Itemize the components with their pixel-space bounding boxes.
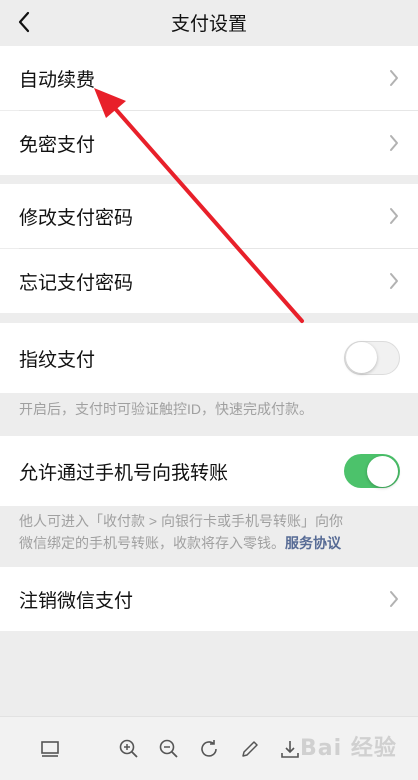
- menu-item-label: 允许通过手机号向我转账: [19, 462, 229, 484]
- fingerprint-note: 开启后，支付时可验证触控ID，快速完成付款。: [19, 401, 313, 417]
- menu-item-forgot-password[interactable]: 忘记支付密码: [0, 249, 418, 313]
- chevron-left-icon: [18, 11, 30, 33]
- toggle-knob: [367, 455, 398, 487]
- menu-item-fingerprint-pay: 指纹支付: [0, 323, 418, 393]
- note-line: 微信绑定的手机号转账，收款将存入零钱。服务协议: [19, 535, 341, 551]
- menu-item-label: 指纹支付: [19, 349, 96, 371]
- page-title: 支付设置: [170, 13, 247, 35]
- chevron-right-icon: [390, 591, 398, 607]
- rotate-icon[interactable]: [197, 737, 221, 761]
- menu-item-password-free[interactable]: 免密支付: [0, 111, 418, 175]
- zoom-in-icon[interactable]: [117, 737, 141, 761]
- menu-item-change-password[interactable]: 修改支付密码: [0, 184, 418, 248]
- phone-transfer-toggle[interactable]: [344, 454, 400, 488]
- fingerprint-pay-toggle[interactable]: [344, 341, 400, 375]
- menu-item-label: 注销微信支付: [19, 590, 134, 612]
- note-line: 他人可进入「收付款 > 向银行卡或手机号转账」向你: [19, 513, 343, 529]
- chevron-right-icon: [390, 135, 398, 151]
- phone-transfer-note: 他人可进入「收付款 > 向银行卡或手机号转账」向你 微信绑定的手机号转账，收款将…: [19, 510, 403, 554]
- toggle-knob: [346, 342, 377, 373]
- menu-item-auto-renew[interactable]: 自动续费: [0, 46, 418, 110]
- menu-item-phone-transfer: 允许通过手机号向我转账: [0, 436, 418, 506]
- edit-icon[interactable]: [238, 737, 262, 761]
- chevron-right-icon: [390, 70, 398, 86]
- chevron-right-icon: [390, 208, 398, 224]
- menu-item-label: 修改支付密码: [19, 207, 134, 229]
- download-icon[interactable]: [278, 737, 302, 761]
- menu-item-cancel-pay[interactable]: 注销微信支付: [0, 567, 418, 631]
- menu-item-label: 忘记支付密码: [19, 272, 134, 294]
- back-button[interactable]: [10, 8, 38, 36]
- menu-item-label: 免密支付: [19, 134, 96, 156]
- window-icon[interactable]: [38, 737, 62, 761]
- menu-item-label: 自动续费: [19, 69, 96, 91]
- zoom-out-icon[interactable]: [157, 737, 181, 761]
- watermark: Bai 经验: [300, 736, 397, 761]
- navbar: 支付设置: [0, 0, 418, 44]
- service-agreement-link[interactable]: 服务协议: [285, 535, 341, 551]
- chevron-right-icon: [390, 273, 398, 289]
